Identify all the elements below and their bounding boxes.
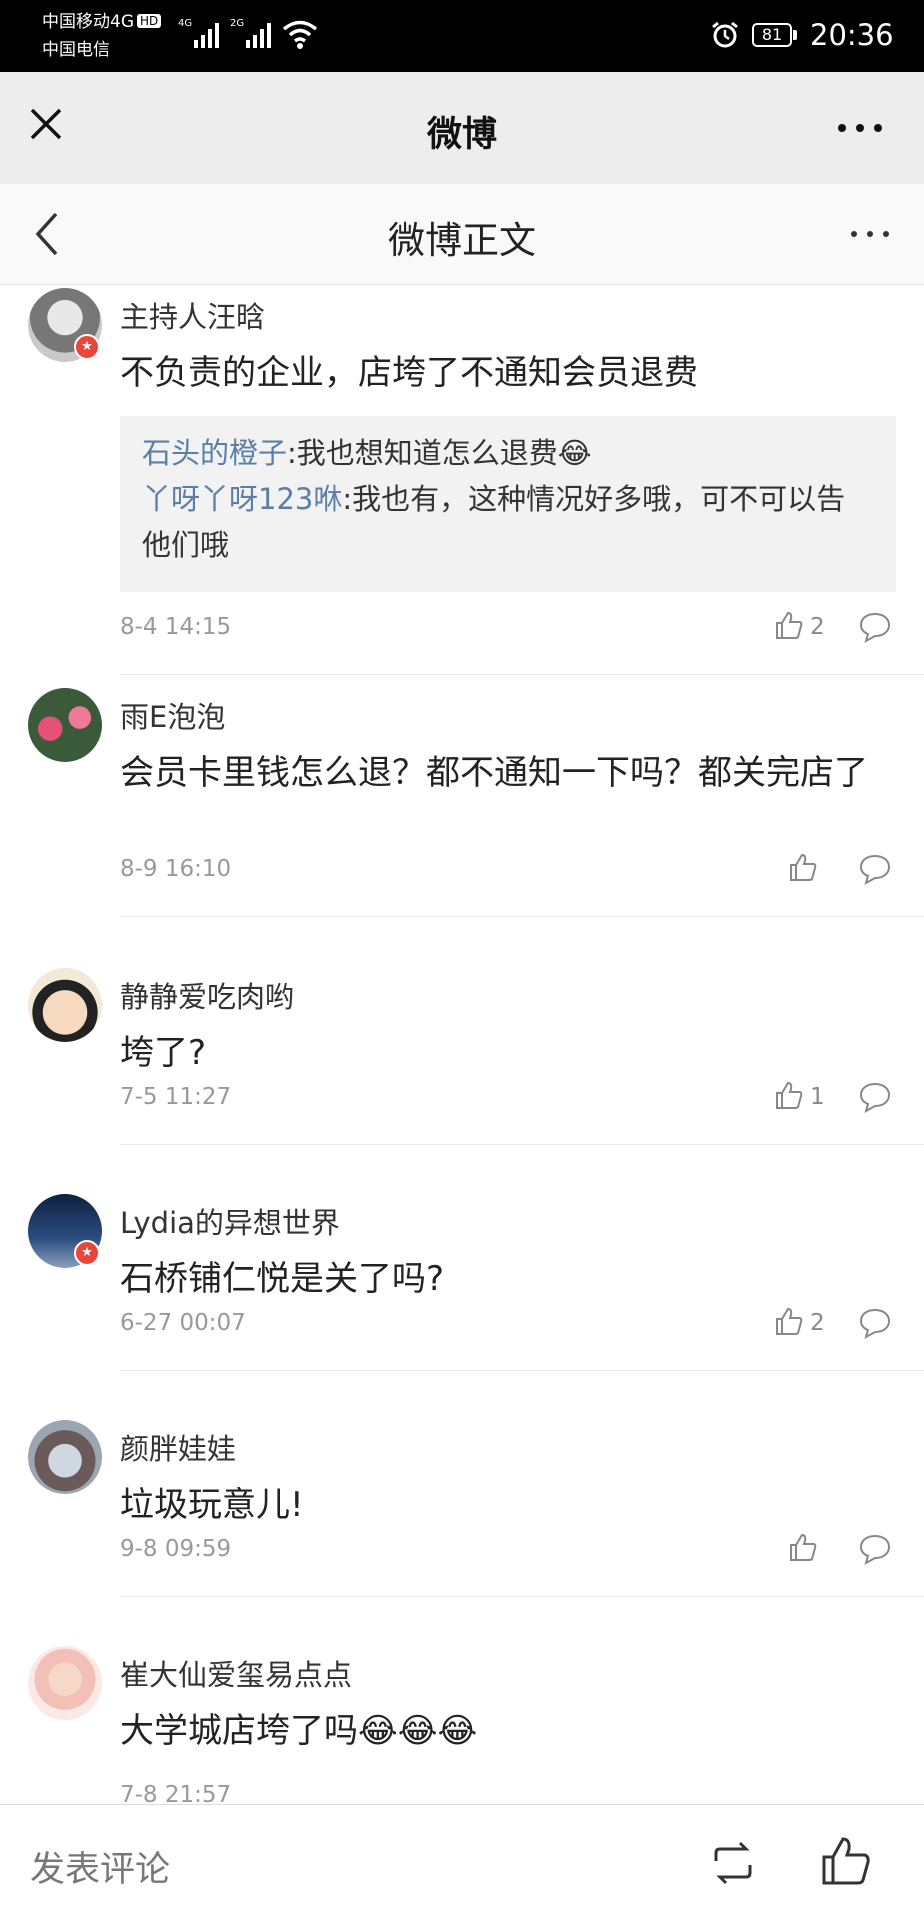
reply-username[interactable]: 丫呀丫呀123咻 — [142, 482, 342, 516]
verified-badge: ★ — [74, 1240, 100, 1266]
more-icon[interactable] — [840, 212, 900, 256]
comment-username[interactable]: 主持人汪晗 — [120, 294, 265, 336]
more-icon[interactable] — [830, 100, 890, 156]
carrier-primary: 中国移动4G HD — [42, 12, 162, 32]
carrier-secondary: 中国电信 — [42, 40, 110, 60]
divider — [120, 1596, 924, 1597]
reply-icon[interactable] — [858, 852, 892, 886]
reply-icon[interactable] — [858, 1306, 892, 1340]
bottom-action-bar: 发表评论 — [0, 1804, 924, 1921]
comment-time: 7-8 21:57 — [120, 1782, 232, 1804]
comment-content: 不负责的企业，店垮了不通知会员退费 — [120, 353, 698, 393]
status-time: 20:36 — [810, 18, 894, 52]
comment-time: 6-27 00:07 — [120, 1310, 246, 1336]
status-bar: 中国移动4G HD 中国电信 4G 2G 81 20:36 — [0, 0, 924, 72]
page-header: 微博正文 — [0, 184, 924, 285]
wifi-icon — [282, 20, 318, 49]
like-icon — [776, 611, 803, 639]
comment-input[interactable]: 发表评论 — [30, 1841, 170, 1892]
battery-indicator: 81 — [752, 23, 792, 47]
network-type-2: 2G — [230, 18, 245, 29]
carrier-primary-label: 中国移动4G — [42, 12, 134, 32]
like-count: 2 — [810, 1310, 825, 1336]
comment-content: 垃圾玩意儿! — [120, 1485, 304, 1525]
avatar[interactable] — [28, 1646, 102, 1720]
like-count: 2 — [810, 614, 825, 640]
comment-username[interactable]: 雨E泡泡 — [120, 694, 225, 736]
reply-icon[interactable] — [858, 610, 892, 644]
like-button[interactable] — [788, 1532, 828, 1566]
reply-item: 丫呀丫呀123咻:我也有，这种情况好多哦，可不可以告他们哦 — [142, 476, 874, 568]
comment-username[interactable]: 崔大仙爱玺易点点 — [120, 1652, 352, 1694]
alarm-icon — [712, 21, 738, 48]
avatar[interactable] — [28, 1420, 102, 1494]
comment-content: 会员卡里钱怎么退？都不通知一下吗？都关完店了 — [120, 753, 868, 793]
hd-badge: HD — [137, 14, 162, 28]
divider — [120, 1370, 924, 1371]
reply-item: 石头的橙子:我也想知道怎么退费😂 — [142, 430, 874, 476]
like-icon[interactable] — [818, 1833, 874, 1889]
reply-preview-box[interactable]: 石头的橙子:我也想知道怎么退费😂 丫呀丫呀123咻:我也有，这种情况好多哦，可不… — [120, 416, 896, 592]
reply-icon[interactable] — [858, 1080, 892, 1114]
like-icon — [790, 1533, 817, 1561]
comment-content: 垮了? — [120, 1033, 207, 1073]
avatar[interactable] — [28, 968, 102, 1042]
like-icon — [776, 1307, 803, 1335]
like-button[interactable] — [788, 852, 828, 886]
like-button[interactable]: 2 — [774, 1306, 834, 1340]
like-count: 1 — [810, 1084, 825, 1110]
reply-text: :我也想知道怎么退费😂 — [287, 436, 592, 470]
signal-icon — [194, 23, 219, 48]
divider — [120, 674, 924, 675]
comment-username[interactable]: Lydia的异想世界 — [120, 1200, 340, 1242]
comment-content: 大学城店垮了吗😂😂😂 — [120, 1711, 478, 1751]
comment-username[interactable]: 静静爱吃肉哟 — [120, 974, 294, 1016]
divider — [120, 1144, 924, 1145]
comment-content: 石桥铺仁悦是关了吗? — [120, 1259, 445, 1299]
comment-list: ★ 主持人汪晗 不负责的企业，店垮了不通知会员退费 石头的橙子:我也想知道怎么退… — [0, 284, 924, 1804]
page-title: 微博正文 — [388, 219, 536, 262]
like-button[interactable]: 2 — [774, 610, 834, 644]
comment-username[interactable]: 颜胖娃娃 — [120, 1426, 236, 1468]
app-top-bar: 微博 — [0, 72, 924, 184]
battery-cap — [793, 30, 797, 40]
like-button[interactable]: 1 — [774, 1080, 834, 1114]
avatar[interactable] — [28, 688, 102, 762]
comment-time: 8-4 14:15 — [120, 614, 232, 640]
like-icon — [776, 1081, 803, 1109]
divider — [120, 916, 924, 917]
repost-icon[interactable] — [708, 1839, 758, 1887]
reply-icon[interactable] — [858, 1532, 892, 1566]
reply-username[interactable]: 石头的橙子 — [142, 436, 287, 470]
comment-time: 9-8 09:59 — [120, 1536, 232, 1562]
signal-icon — [246, 23, 271, 48]
like-icon — [790, 853, 817, 881]
verified-badge: ★ — [74, 334, 100, 360]
comment-time: 8-9 16:10 — [120, 856, 232, 882]
network-type-1: 4G — [178, 18, 193, 29]
comment-time: 7-5 11:27 — [120, 1084, 232, 1110]
app-title: 微博 — [426, 115, 497, 155]
